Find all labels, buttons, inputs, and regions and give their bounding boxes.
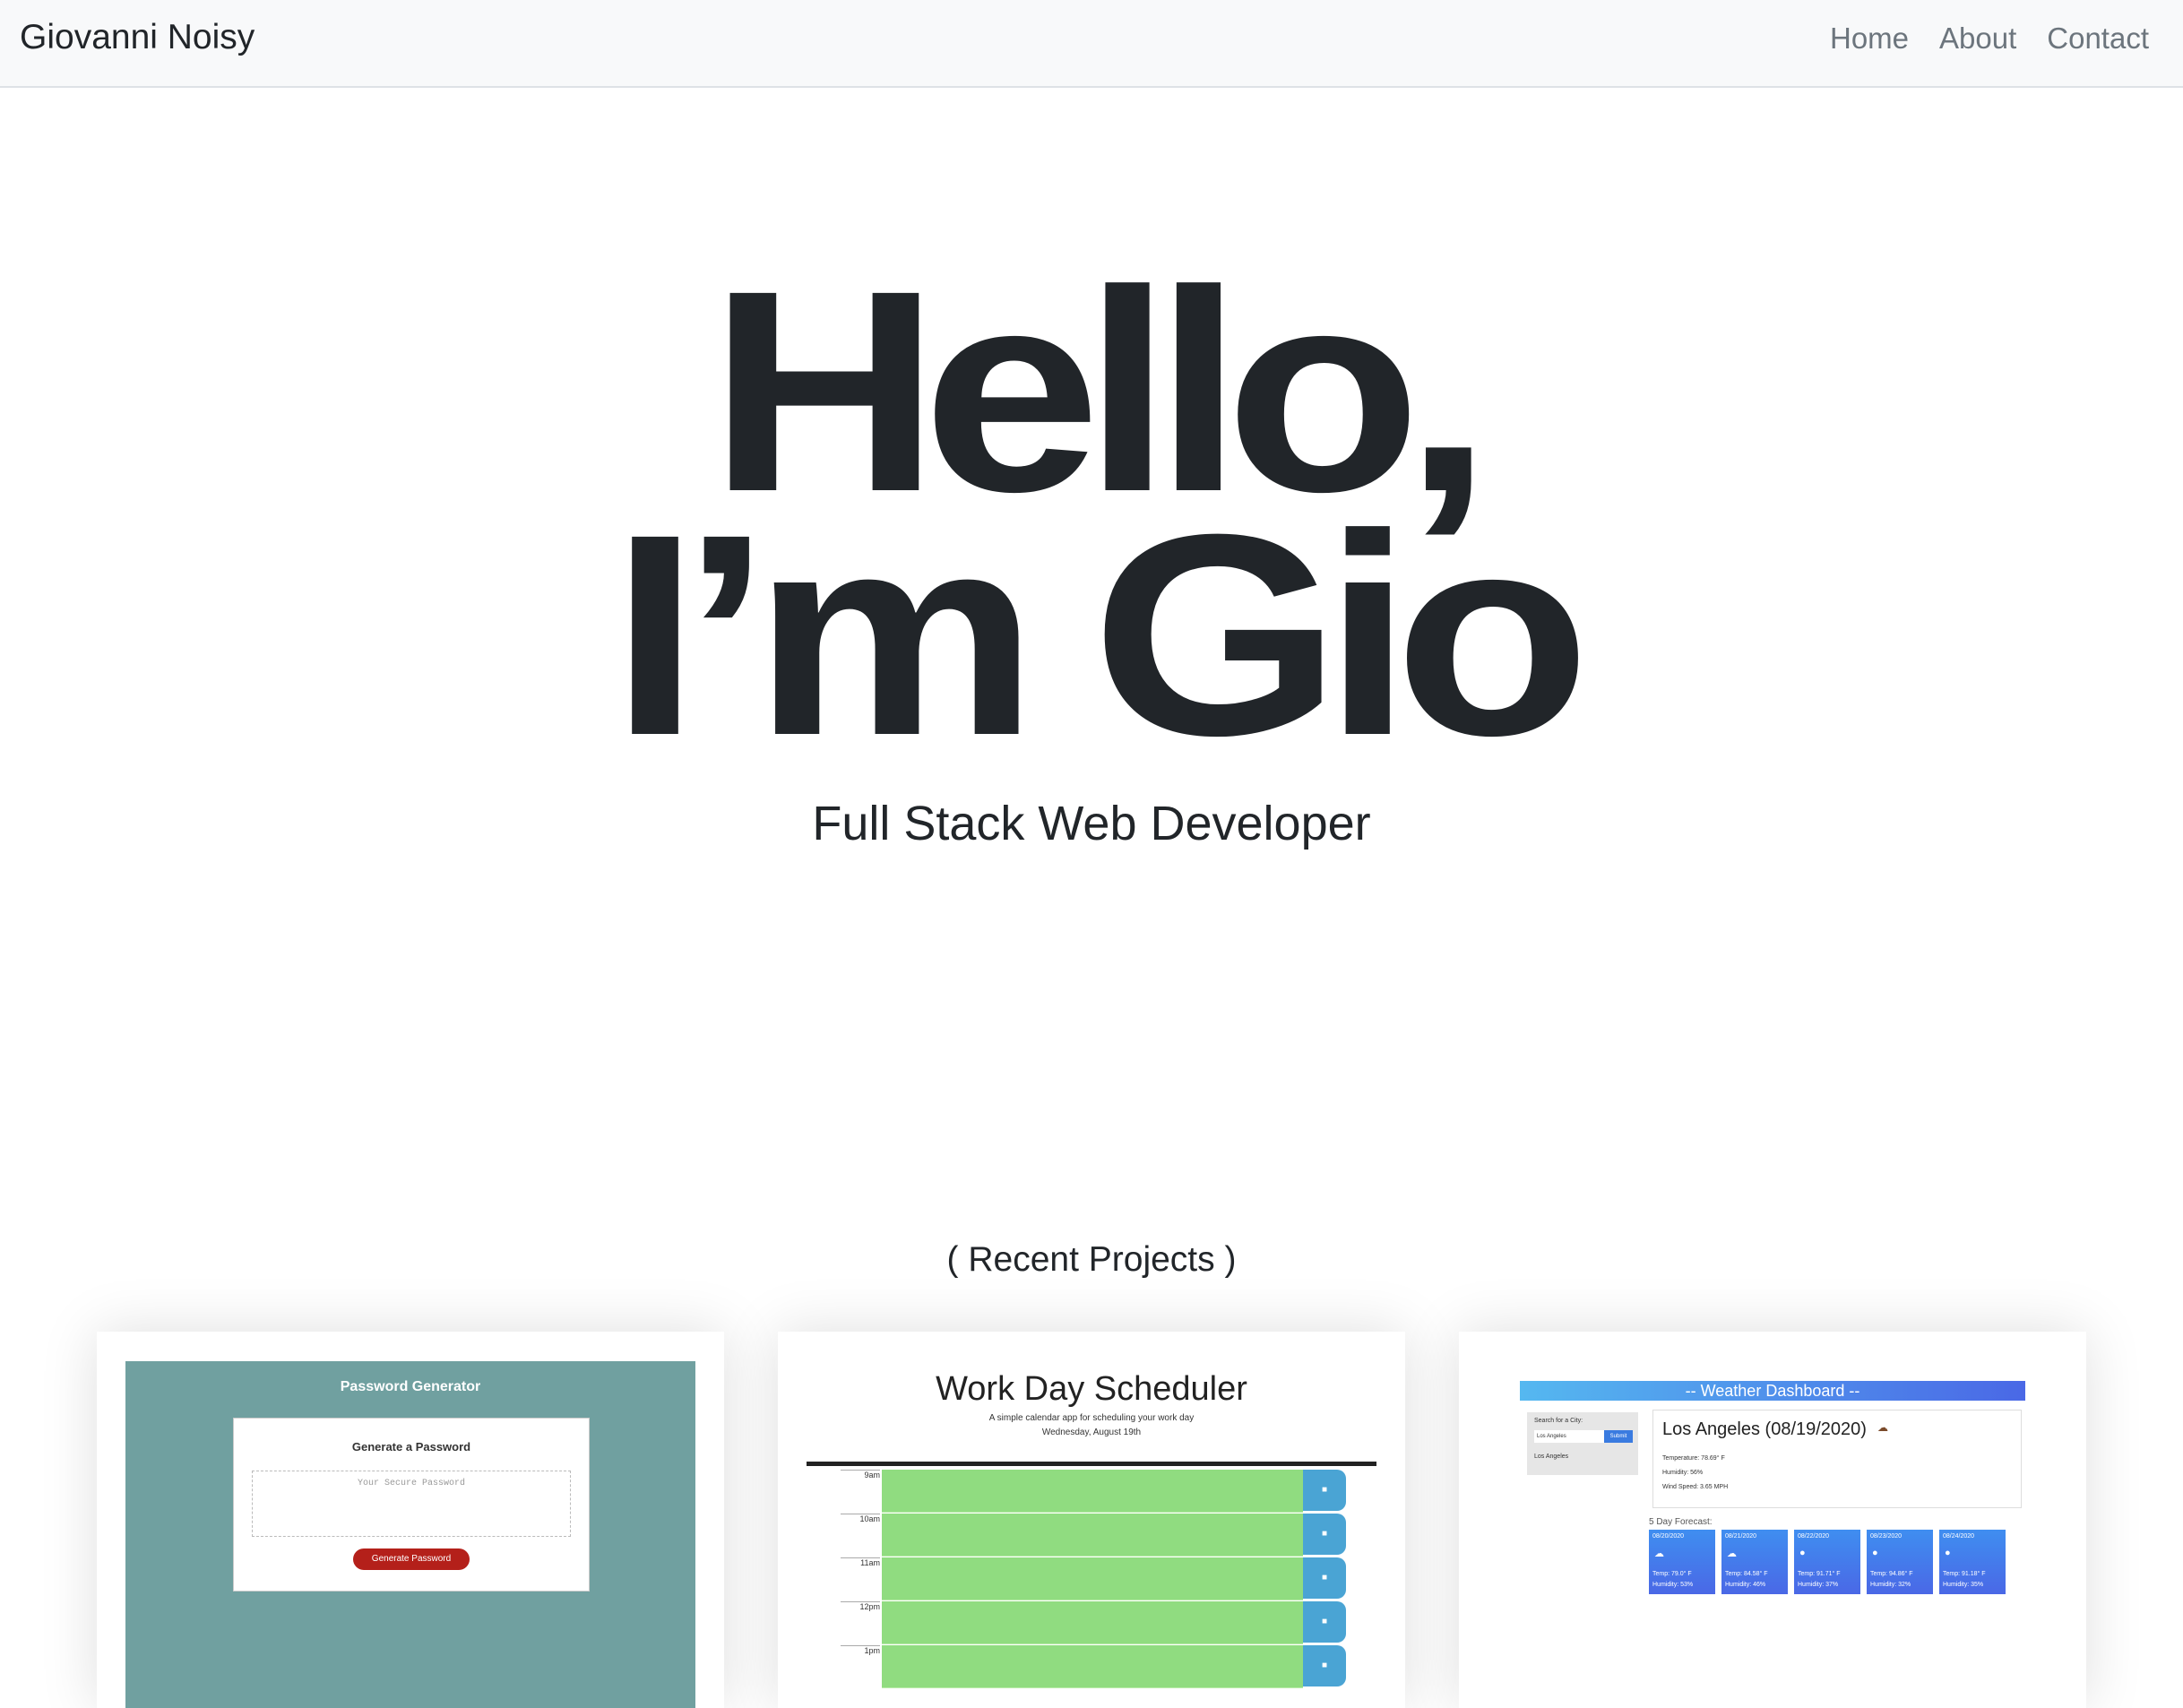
wd-header: -- Weather Dashboard -- <box>1520 1381 2025 1401</box>
pg-heading: Generate a Password <box>351 1440 471 1454</box>
save-icon: ■ <box>1303 1470 1346 1511</box>
navbar: Giovanni Noisy Home About Contact <box>0 0 2183 88</box>
ws-row: 10am ■ <box>807 1514 1376 1557</box>
cloud-icon: ☁ <box>1877 1421 1888 1434</box>
ws-time-block <box>882 1514 1303 1557</box>
wd-current-weather: Los Angeles (08/19/2020) ☁ Temperature: … <box>1652 1410 2022 1508</box>
wd-forecast-humidity: Humidity: 53% <box>1652 1582 1694 1588</box>
save-icon: ■ <box>1303 1645 1346 1686</box>
wd-forecast-day: 08/22/2020 ● Temp: 91.71° F Humidity: 37… <box>1794 1530 1860 1594</box>
nav-link-contact[interactable]: Contact <box>2047 22 2149 56</box>
ws-subtitle: A simple calendar app for scheduling you… <box>988 1413 1195 1423</box>
wd-forecast-day: 08/20/2020 ☁ Temp: 79.0° F Humidity: 53% <box>1649 1530 1715 1594</box>
wd-forecast-humidity: Humidity: 35% <box>1943 1582 1984 1588</box>
wd-search-input: Los Angeles <box>1534 1430 1604 1443</box>
ws-hour: 1pm <box>841 1645 880 1655</box>
wd-forecast-date: 08/20/2020 <box>1652 1533 1685 1540</box>
hero-title: Hello, I’m Gio <box>0 247 2183 795</box>
wd-forecast-day: 08/23/2020 ● Temp: 94.86° F Humidity: 32… <box>1867 1530 1933 1594</box>
project-screenshot: Password Generator Generate a Password Y… <box>125 1361 695 1708</box>
wd-forecast-temp: Temp: 94.86° F <box>1870 1571 1913 1577</box>
ws-row: 12pm ■ <box>807 1601 1376 1644</box>
pg-title: Password Generator <box>340 1379 481 1394</box>
ws-row: 11am ■ <box>807 1557 1376 1600</box>
sun-icon: ● <box>1799 1548 1806 1558</box>
wd-history-city: Los Angeles <box>1534 1454 1569 1460</box>
save-icon: ■ <box>1303 1514 1346 1555</box>
wd-forecast-date: 08/22/2020 <box>1798 1533 1830 1540</box>
brand[interactable]: Giovanni Noisy <box>20 18 255 57</box>
nav-links: Home About Contact <box>1830 22 2149 56</box>
ws-time-block <box>882 1470 1303 1513</box>
sun-icon: ● <box>1945 1548 1951 1558</box>
wd-forecast-temp: Temp: 91.18° F <box>1943 1571 1986 1577</box>
recent-projects-heading: ( Recent Projects ) <box>946 1240 1237 1279</box>
hero-line-2: I’m Gio <box>610 474 1591 795</box>
wd-search-label: Search for a City: <box>1534 1418 1583 1424</box>
ws-row: 9am ■ <box>807 1470 1376 1513</box>
ws-divider <box>807 1462 1376 1466</box>
cloud-icon: ☁ <box>1654 1548 1664 1559</box>
wd-forecast-day: 08/24/2020 ● Temp: 91.18° F Humidity: 35… <box>1939 1530 2006 1594</box>
pg-password-area: Your Secure Password <box>252 1471 571 1537</box>
wd-current-title: Los Angeles (08/19/2020) <box>1662 1419 1867 1439</box>
ws-time-block <box>882 1557 1303 1600</box>
ws-hour: 9am <box>841 1470 880 1479</box>
ws-date: Wednesday, August 19th <box>1041 1428 1142 1437</box>
pg-placeholder: Your Secure Password <box>357 1479 466 1488</box>
project-card-weather-dashboard[interactable]: -- Weather Dashboard -- Search for a Cit… <box>1459 1332 2086 1708</box>
ws-hour: 10am <box>841 1514 880 1523</box>
nav-link-about[interactable]: About <box>1939 22 2016 56</box>
wd-forecast-temp: Temp: 91.71° F <box>1798 1571 1841 1577</box>
project-card-password-generator[interactable]: Password Generator Generate a Password Y… <box>97 1332 724 1708</box>
wd-forecast-temp: Temp: 84.58° F <box>1725 1571 1768 1577</box>
ws-time-block <box>882 1645 1303 1688</box>
pg-panel: Generate a Password Your Secure Password… <box>233 1418 590 1592</box>
project-screenshot: Work Day Scheduler A simple calendar app… <box>807 1361 1376 1708</box>
pg-generate-button: Generate Password <box>353 1548 470 1570</box>
project-screenshot: -- Weather Dashboard -- Search for a Cit… <box>1488 1361 2058 1708</box>
wd-forecast-date: 08/23/2020 <box>1870 1533 1903 1540</box>
nav-link-home[interactable]: Home <box>1830 22 1909 56</box>
wd-forecast-day: 08/21/2020 ☁ Temp: 84.58° F Humidity: 46… <box>1721 1530 1788 1594</box>
wd-humidity: Humidity: 56% <box>1662 1470 1704 1476</box>
wd-temperature: Temperature: 78.69° F <box>1662 1455 1725 1462</box>
wd-submit-button: Submit <box>1604 1430 1633 1443</box>
wd-forecast-humidity: Humidity: 46% <box>1725 1582 1766 1588</box>
save-icon: ■ <box>1303 1557 1346 1599</box>
ws-title: Work Day Scheduler <box>936 1370 1247 1408</box>
wd-forecast-date: 08/24/2020 <box>1943 1533 1975 1540</box>
wd-forecast-date: 08/21/2020 <box>1725 1533 1757 1540</box>
wd-forecast-temp: Temp: 79.0° F <box>1652 1571 1692 1577</box>
ws-hour: 11am <box>841 1557 880 1567</box>
wd-search-panel: Search for a City: Los Angeles Submit Lo… <box>1527 1412 1638 1475</box>
wd-forecast-humidity: Humidity: 32% <box>1870 1582 1911 1588</box>
wd-forecast-humidity: Humidity: 37% <box>1798 1582 1839 1588</box>
ws-row: 1pm ■ <box>807 1645 1376 1688</box>
project-card-work-day-scheduler[interactable]: Work Day Scheduler A simple calendar app… <box>778 1332 1405 1708</box>
wd-forecast-label: 5 Day Forecast: <box>1649 1517 1713 1527</box>
wd-forecast: 08/20/2020 ☁ Temp: 79.0° F Humidity: 53%… <box>1649 1530 2006 1594</box>
ws-time-block <box>882 1601 1303 1644</box>
save-icon: ■ <box>1303 1601 1346 1643</box>
sun-icon: ● <box>1872 1548 1878 1558</box>
cloud-icon: ☁ <box>1727 1548 1737 1559</box>
hero-subtitle: Full Stack Web Developer <box>812 797 1371 850</box>
wd-wind: Wind Speed: 3.65 MPH <box>1662 1484 1729 1490</box>
ws-hour: 12pm <box>841 1601 880 1611</box>
